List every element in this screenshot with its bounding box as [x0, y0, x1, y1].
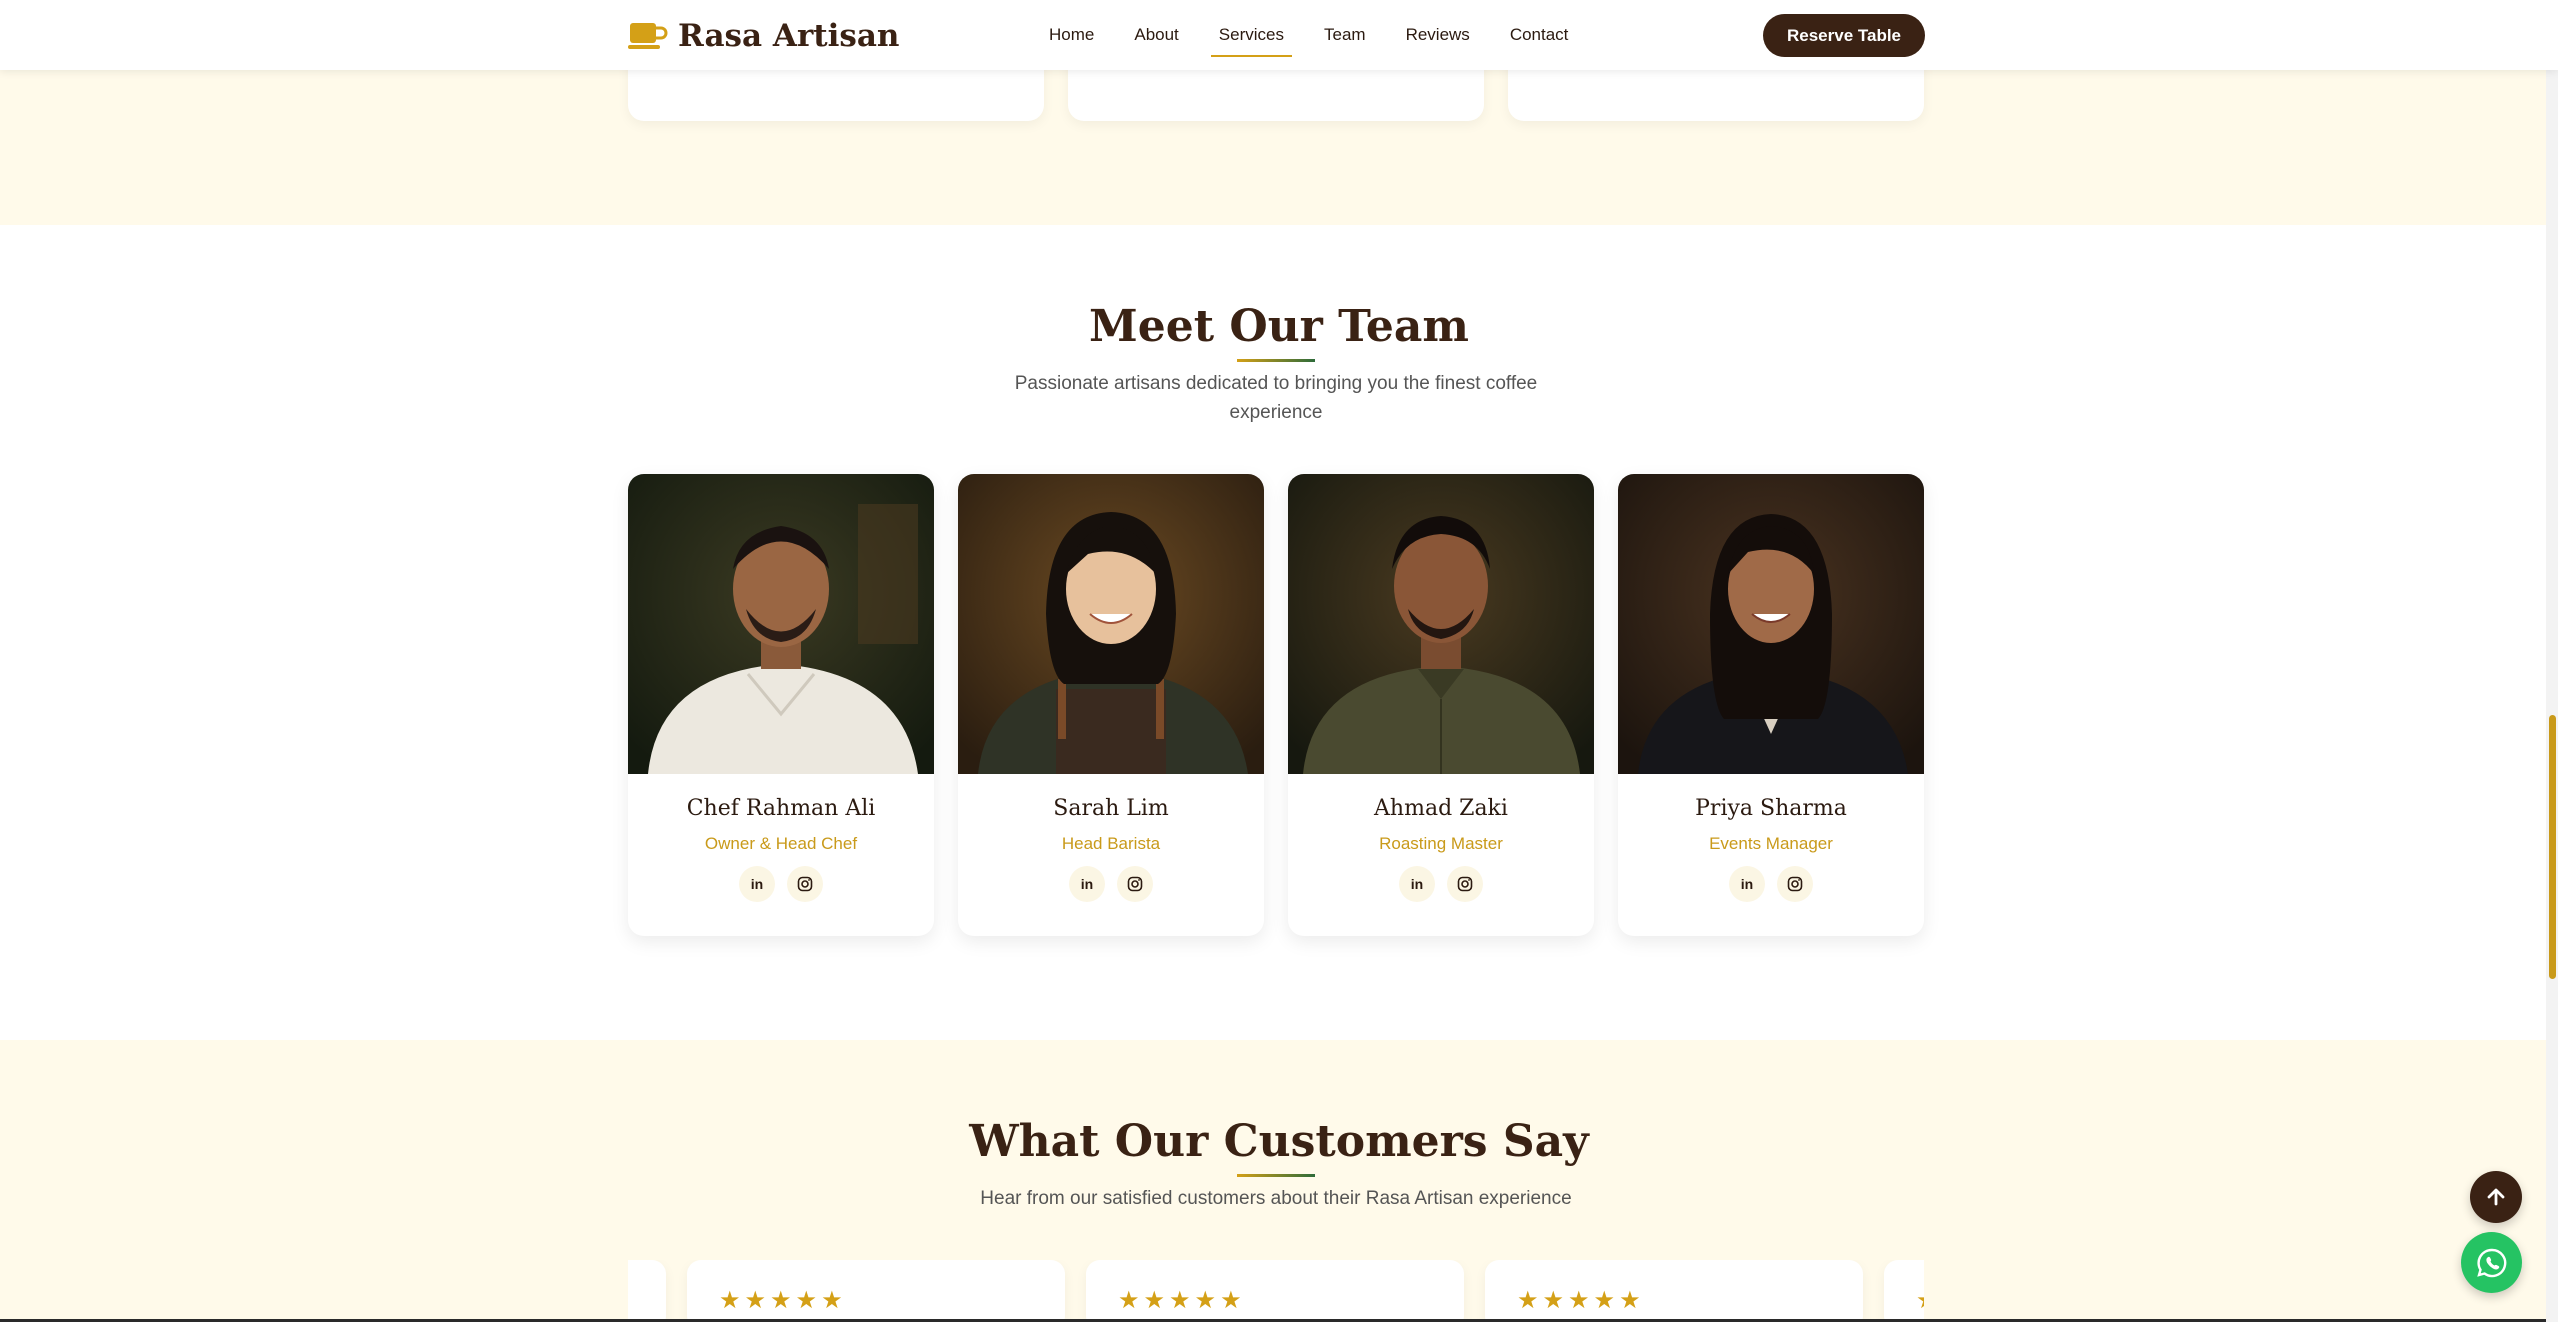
- star-rating: ★: [1916, 1286, 1924, 1315]
- team-card: Chef Rahman Ali Owner & Head Chef in: [628, 474, 934, 936]
- nav-link-contact[interactable]: Contact: [1510, 25, 1569, 45]
- manager-portrait-image: [1618, 474, 1924, 774]
- social-links: in: [1288, 866, 1594, 902]
- member-name: Chef Rahman Ali: [686, 796, 876, 821]
- team-title: Meet Our Team: [1089, 301, 1469, 352]
- star-rating: ★ ★ ★ ★ ★: [1517, 1287, 1641, 1314]
- reserve-table-button[interactable]: Reserve Table: [1763, 14, 1925, 57]
- nav-link-about[interactable]: About: [1134, 25, 1178, 45]
- team-card: Priya Sharma Events Manager in: [1618, 474, 1924, 936]
- team-card: Ahmad Zaki Roasting Master in: [1288, 474, 1594, 936]
- star-rating: ★ ★ ★ ★ ★: [719, 1287, 843, 1314]
- nav-links: Home About Services Team Reviews Contact: [1049, 0, 1568, 70]
- nav-link-home[interactable]: Home: [1049, 25, 1094, 45]
- scrollbar-track[interactable]: [2546, 0, 2558, 1322]
- testimonials-title: What Our Customers Say: [969, 1116, 1589, 1167]
- coffee-cup-icon: [628, 21, 668, 51]
- barista-portrait-image: [958, 474, 1264, 774]
- star-rating: ★ ★ ★ ★ ★: [1118, 1287, 1242, 1314]
- instagram-icon[interactable]: [787, 866, 823, 902]
- testimonials-subtitle: Hear from our satisfied customers about …: [980, 1188, 1572, 1209]
- nav-link-services[interactable]: Services: [1210, 25, 1293, 57]
- whatsapp-button[interactable]: [2461, 1232, 2522, 1293]
- navbar: Rasa Artisan Home About Services Team Re…: [0, 0, 2558, 70]
- instagram-icon[interactable]: [1117, 866, 1153, 902]
- member-role: Events Manager: [1709, 834, 1833, 853]
- member-name: Sarah Lim: [1053, 796, 1169, 821]
- member-role: Roasting Master: [1379, 834, 1503, 853]
- member-role: Owner & Head Chef: [704, 834, 858, 853]
- testimonial-card: ★ ★ ★ ★ ★: [1485, 1260, 1863, 1322]
- scrollbar-thumb[interactable]: [2549, 715, 2556, 979]
- social-links: in: [1618, 866, 1924, 902]
- brand-logo[interactable]: Rasa Artisan: [628, 18, 899, 54]
- testimonial-card: ★: [1884, 1260, 1924, 1322]
- brand-name: Rasa Artisan: [678, 18, 900, 54]
- member-role: Head Barista: [1061, 834, 1161, 853]
- team-card: Sarah Lim Head Barista in: [958, 474, 1264, 936]
- testimonial-carousel[interactable]: ★★★★★ ★★★★★ ★★★★★ ★: [628, 1260, 1924, 1322]
- team-subtitle: Passionate artisans dedicated to bringin…: [1014, 373, 1538, 423]
- instagram-icon[interactable]: [1447, 866, 1483, 902]
- title-underline: [1237, 1174, 1315, 1177]
- arrow-up-icon: [2487, 1188, 2505, 1206]
- linkedin-icon[interactable]: in: [1399, 866, 1435, 902]
- testimonial-card: [628, 1260, 666, 1322]
- chef-portrait-image: [628, 474, 934, 774]
- instagram-icon[interactable]: [1777, 866, 1813, 902]
- member-name: Priya Sharma: [1695, 796, 1847, 821]
- testimonial-card: ★ ★ ★ ★ ★: [687, 1260, 1065, 1322]
- testimonial-card: ★ ★ ★ ★ ★: [1086, 1260, 1464, 1322]
- social-links: in: [628, 866, 934, 902]
- social-links: in: [958, 866, 1264, 902]
- member-name: Ahmad Zaki: [1374, 796, 1508, 821]
- nav-link-team[interactable]: Team: [1324, 25, 1366, 45]
- linkedin-icon[interactable]: in: [1069, 866, 1105, 902]
- linkedin-icon[interactable]: in: [739, 866, 775, 902]
- nav-link-reviews[interactable]: Reviews: [1406, 25, 1470, 45]
- back-to-top-button[interactable]: [2470, 1171, 2522, 1223]
- team-section: Meet Our Team Passionate artisans dedica…: [0, 225, 2558, 1040]
- whatsapp-icon: [2476, 1248, 2506, 1277]
- testimonials-section: What Our Customers Say Hear from our sat…: [0, 1040, 2558, 1322]
- title-underline: [1237, 359, 1315, 362]
- linkedin-icon[interactable]: in: [1729, 866, 1765, 902]
- roaster-portrait-image: [1288, 474, 1594, 774]
